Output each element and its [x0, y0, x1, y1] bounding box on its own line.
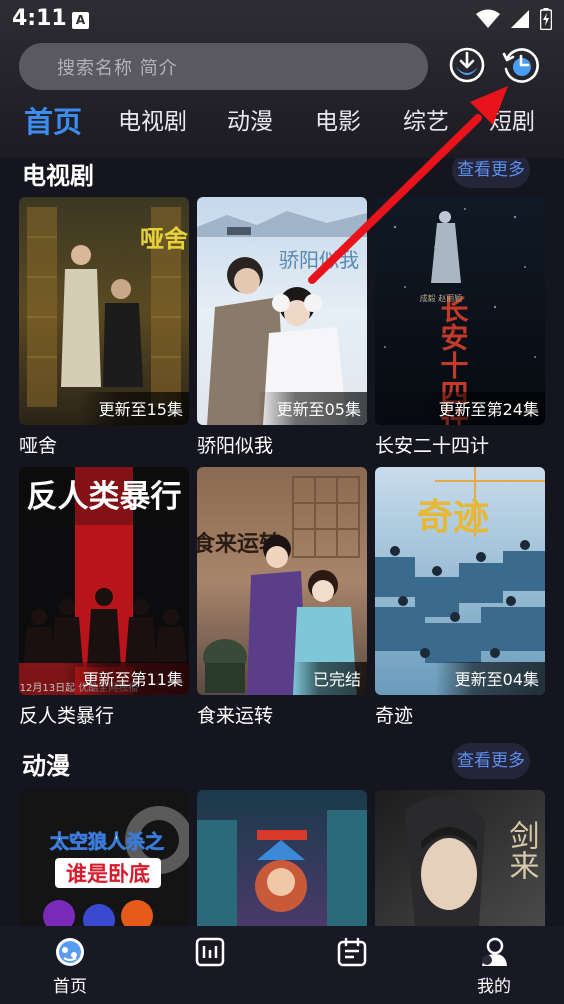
section-title-tv: 电视剧 [22, 162, 94, 190]
status-time: 4:11 [12, 6, 67, 31]
search-placeholder: 搜索名称 简介 [57, 57, 178, 79]
poster-title-text: 剑来 [504, 820, 540, 880]
poster-title-text: 哑舍 [140, 225, 189, 253]
poster-title-text: 奇迹 [417, 496, 489, 538]
poster-image: 奇迹 更新至04集 [375, 467, 545, 695]
card-title: 奇迹 [375, 705, 414, 727]
poster-image: 哑舍 更新至15集 [19, 197, 189, 425]
card-title: 反人类暴行 [19, 705, 115, 727]
anime-view-more-button[interactable]: 查看更多 [452, 743, 530, 779]
episode-badge: 更新至04集 [434, 662, 545, 695]
tv-card[interactable]: 奇迹 更新至04集 奇迹 [375, 467, 545, 728]
tv-card[interactable]: 反人类暴行 12月13日起 优酷全网独播 更新至第11集 反人类暴行 [19, 467, 189, 728]
wifi-icon [476, 9, 500, 28]
anime-card[interactable]: 剑来 [375, 790, 545, 926]
tab-short-drama[interactable]: 短剧 [489, 100, 535, 144]
tab-variety[interactable]: 综艺 [403, 100, 449, 144]
status-bar: 4:11 A [0, 0, 564, 40]
nav-schedule[interactable] [312, 936, 392, 994]
svg-text:成毅 赵丽颖: 成毅 赵丽颖 [420, 293, 463, 303]
nav-home[interactable]: 首页 [30, 936, 110, 997]
download-icon[interactable] [447, 45, 487, 85]
poster-title-text: 太空狼人杀之 [50, 830, 164, 853]
card-title: 骄阳似我 [197, 435, 274, 457]
poster-image: 剑来 [375, 790, 545, 926]
tv-card[interactable]: 哑舍 更新至15集 哑舍 [19, 197, 189, 458]
schedule-icon [337, 937, 367, 967]
tab-movies[interactable]: 电影 [315, 100, 361, 144]
tv-card[interactable]: 骄阳似我 更新至05集 骄阳似我 [197, 197, 367, 458]
tv-card[interactable]: 食来运转 已完结 食来运转 [197, 467, 367, 728]
battery-charging-icon [540, 8, 552, 30]
poster-subtitle-text: 谁是卧底 [66, 862, 150, 886]
nav-label: 首页 [53, 977, 87, 997]
history-icon[interactable] [501, 45, 541, 85]
tab-anime[interactable]: 动漫 [227, 100, 273, 144]
tv-card[interactable]: 长安十四计 成毅 赵丽颖 更新至第24集 长安二十四计 [375, 197, 545, 458]
card-title: 食来运转 [197, 705, 274, 727]
poster-title-text: 骄阳似我 [279, 248, 359, 272]
search-input[interactable]: 搜索名称 简介 [19, 43, 428, 90]
poster-image: 长安十四计 成毅 赵丽颖 更新至第24集 [375, 197, 545, 425]
episode-badge: 更新至第11集 [62, 662, 189, 695]
nav-label [170, 972, 250, 994]
section-title-anime: 动漫 [22, 752, 70, 780]
episode-badge: 更新至第24集 [418, 392, 545, 425]
poster-image: 食来运转 已完结 [197, 467, 367, 695]
tab-tv-series[interactable]: 电视剧 [118, 100, 187, 144]
episode-badge: 已完结 [292, 662, 367, 695]
poster-image: 骄阳似我 更新至05集 [197, 197, 367, 425]
poster-image: 太空狼人杀之 谁是卧底 [19, 790, 189, 926]
poster-image: 反人类暴行 12月13日起 优酷全网独播 更新至第11集 [19, 467, 189, 695]
nav-profile[interactable]: 我的 [454, 936, 534, 997]
signal-icon [511, 10, 529, 28]
top-header: 4:11 A 搜索名称 简介 首页 电视剧 动漫 电影 综艺 短剧 [0, 0, 564, 158]
charts-icon [195, 937, 225, 967]
a-icon: A [72, 12, 89, 29]
bottom-navigation: 首页 我的 [0, 926, 564, 1004]
poster-image [197, 790, 367, 926]
status-icons [476, 8, 552, 30]
anime-card[interactable]: 太空狼人杀之 谁是卧底 [19, 790, 189, 926]
poster-title-text: 反人类暴行 [27, 479, 182, 515]
nav-label [312, 972, 392, 994]
episode-badge: 更新至15集 [78, 392, 189, 425]
profile-icon [482, 937, 507, 966]
nav-label: 我的 [477, 977, 511, 997]
category-tabs: 首页 电视剧 动漫 电影 综艺 短剧 [0, 100, 564, 148]
card-title: 长安二十四计 [375, 435, 490, 457]
tab-home[interactable]: 首页 [24, 100, 82, 144]
episode-badge: 更新至05集 [256, 392, 367, 425]
home-icon [56, 938, 84, 966]
card-title: 哑舍 [19, 435, 58, 457]
nav-charts[interactable] [170, 936, 250, 994]
anime-card[interactable] [197, 790, 367, 926]
